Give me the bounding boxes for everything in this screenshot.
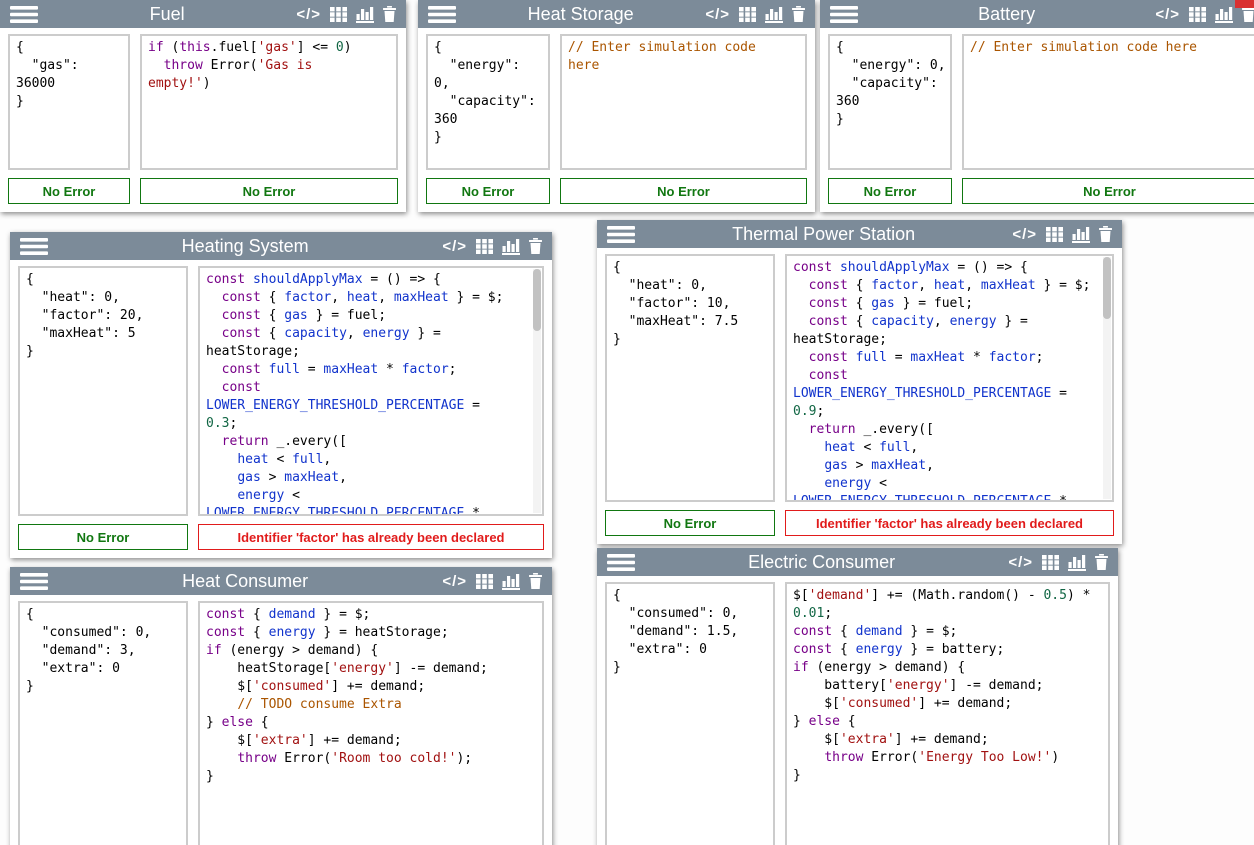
code-editor[interactable]: const shouldApplyMax = () => { const { f… [198,266,544,516]
state-editor[interactable]: { "consumed": 0, "demand": 3, "extra": 0… [18,601,188,845]
trash-icon[interactable] [1095,554,1108,570]
card-header: Heat Consumer </> [10,567,552,595]
chart-view-icon[interactable] [1068,554,1086,571]
state-editor[interactable]: { "heat": 0, "factor": 20, "maxHeat": 5 … [18,266,188,516]
scrollbar-thumb[interactable] [533,269,541,331]
code-status: No Error [962,178,1254,204]
trash-icon[interactable] [1099,226,1112,242]
component-card-electric-consumer: Electric Consumer </> { "consumed": 0, "… [597,548,1118,845]
trash-icon[interactable] [529,238,542,254]
chart-view-icon[interactable] [502,238,520,255]
table-view-icon[interactable] [476,239,493,254]
card-title: Thermal Power Station [635,220,1012,248]
code-status: No Error [140,178,398,204]
code-editor[interactable]: // Enter simulation code here [962,34,1254,170]
card-title: Heat Storage [456,0,705,28]
trash-icon[interactable] [792,6,805,22]
clipped-red-element [1235,0,1254,8]
table-view-icon[interactable] [1046,227,1063,242]
code-view-icon[interactable]: </> [1008,554,1033,571]
chart-view-icon[interactable] [765,6,783,23]
card-title: Battery [858,0,1155,28]
state-status: No Error [8,178,130,204]
table-view-icon[interactable] [739,7,756,22]
state-editor[interactable]: { "gas": 36000 } [8,34,130,170]
menu-icon[interactable] [607,226,635,243]
trash-icon[interactable] [529,573,542,589]
code-view-icon[interactable]: </> [1012,226,1037,243]
table-view-icon[interactable] [330,7,347,22]
code-view-icon[interactable]: </> [442,573,467,590]
chart-view-icon[interactable] [502,573,520,590]
code-editor[interactable]: if (this.fuel['gas'] <= 0) throw Error('… [140,34,398,170]
code-view-icon[interactable]: </> [442,238,467,255]
card-title: Heat Consumer [48,567,442,595]
code-editor[interactable]: $['demand'] += (Math.random() - 0.5) *0.… [785,582,1110,845]
code-status: No Error [560,178,807,204]
state-status: No Error [605,510,775,536]
state-editor[interactable]: { "consumed": 0, "demand": 1.5, "extra":… [605,582,775,845]
card-title: Fuel [38,0,296,28]
state-status: No Error [426,178,550,204]
component-card-battery: Battery </> { "energy": 0, "capacity": 3… [820,0,1254,212]
state-status: No Error [18,524,188,550]
component-card-heating-system: Heating System </> { "heat": 0, "factor"… [10,232,552,558]
component-card-fuel: Fuel </> { "gas": 36000 } No Error if (t… [0,0,406,212]
card-header: Electric Consumer </> [597,548,1118,576]
state-editor[interactable]: { "heat": 0, "factor": 10, "maxHeat": 7.… [605,254,775,502]
table-view-icon[interactable] [476,574,493,589]
menu-icon[interactable] [20,238,48,255]
trash-icon[interactable] [383,6,396,22]
menu-icon[interactable] [428,6,456,23]
simulation-canvas: Fuel </> { "gas": 36000 } No Error if (t… [0,0,1254,845]
code-editor[interactable]: // Enter simulation codehere [560,34,807,170]
code-view-icon[interactable]: </> [1155,6,1180,23]
scrollbar-thumb[interactable] [1103,257,1111,319]
menu-icon[interactable] [20,573,48,590]
menu-icon[interactable] [607,554,635,571]
chart-view-icon[interactable] [356,6,374,23]
card-header: Fuel </> [0,0,406,28]
state-status: No Error [828,178,952,204]
card-header: Battery </> [820,0,1254,28]
scrollbar[interactable] [1103,257,1111,499]
table-view-icon[interactable] [1189,7,1206,22]
code-view-icon[interactable]: </> [296,6,321,23]
state-editor[interactable]: { "energy": 0, "capacity": 360 } [828,34,952,170]
component-card-heat-storage: Heat Storage </> { "energy": 0, "capacit… [418,0,815,212]
card-header: Heat Storage </> [418,0,815,28]
state-editor[interactable]: { "energy": 0, "capacity": 360 } [426,34,550,170]
trash-icon[interactable] [1242,6,1254,22]
card-header: Heating System </> [10,232,552,260]
card-header: Thermal Power Station </> [597,220,1122,248]
card-title: Electric Consumer [635,548,1008,576]
code-editor[interactable]: const shouldApplyMax = () => { const { f… [785,254,1114,502]
component-card-heat-consumer: Heat Consumer </> { "consumed": 0, "dema… [10,567,552,845]
code-status: Identifier 'factor' has already been dec… [198,524,544,550]
menu-icon[interactable] [830,6,858,23]
card-title: Heating System [48,232,442,260]
scrollbar[interactable] [533,269,541,513]
code-view-icon[interactable]: </> [705,6,730,23]
table-view-icon[interactable] [1042,555,1059,570]
code-editor[interactable]: const { demand } = $;const { energy } = … [198,601,544,845]
code-status: Identifier 'factor' has already been dec… [785,510,1114,536]
component-card-thermal-power-station: Thermal Power Station </> { "heat": 0, "… [597,220,1122,544]
chart-view-icon[interactable] [1072,226,1090,243]
menu-icon[interactable] [10,6,38,23]
chart-view-icon[interactable] [1215,6,1233,23]
